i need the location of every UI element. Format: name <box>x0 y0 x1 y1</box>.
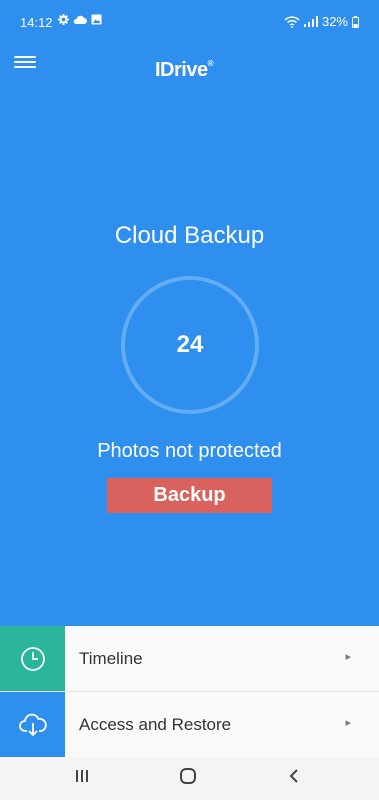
cloud-download-icon <box>18 713 47 736</box>
status-icons-left <box>58 14 102 25</box>
recent-apps-icon[interactable] <box>74 767 90 785</box>
idrive-logo: IDrive® <box>155 59 214 81</box>
battery-percent: 32% <box>321 14 348 29</box>
gear-icon <box>58 14 69 25</box>
photo-count: 24 <box>176 331 204 358</box>
image-icon <box>91 14 102 25</box>
protection-status: Photos not protected <box>97 440 282 462</box>
timeline-label: Timeline <box>79 649 143 668</box>
backup-button[interactable]: Backup <box>107 478 272 513</box>
clock-icon <box>20 646 45 671</box>
status-time: 14:12 <box>20 15 53 30</box>
status-bar: 14:12 32% <box>0 0 379 40</box>
photo-count-ring: 24 <box>121 276 259 414</box>
feature-list: Timeline ▸ Access and Restore ▸ <box>0 626 379 758</box>
battery-icon <box>352 15 359 28</box>
signal-icon <box>303 16 318 27</box>
app-bar: IDrive® <box>0 45 379 95</box>
list-item-timeline[interactable]: Timeline ▸ <box>0 626 379 692</box>
chevron-right-icon: ▸ <box>345 651 351 663</box>
access-restore-tile <box>0 692 65 757</box>
hero-panel: 14:12 32% IDrive® Cloud Backup 24 Photos… <box>0 0 379 626</box>
system-nav-bar <box>0 757 379 800</box>
cloud-icon <box>73 15 87 24</box>
list-item-access-restore[interactable]: Access and Restore ▸ <box>0 692 379 758</box>
back-icon[interactable] <box>286 767 302 785</box>
access-restore-label: Access and Restore <box>79 715 232 734</box>
chevron-right-icon: ▸ <box>345 717 351 729</box>
home-icon[interactable] <box>179 767 197 785</box>
page-title: Cloud Backup <box>114 222 265 249</box>
hamburger-menu-icon[interactable] <box>14 53 36 73</box>
status-icons-right: 32% <box>284 14 359 29</box>
wifi-icon <box>284 15 300 28</box>
timeline-tile <box>0 626 65 691</box>
